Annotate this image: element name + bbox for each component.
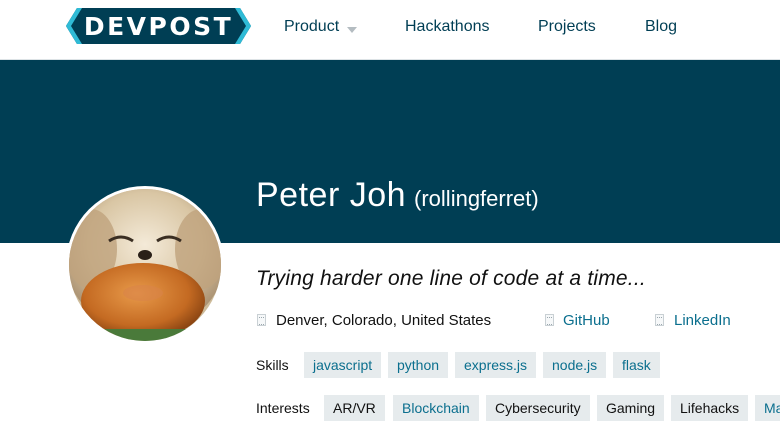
linkedin-icon [655,314,664,326]
avatar-photo [69,189,221,341]
chevron-down-icon[interactable] [347,27,357,33]
devpost-logo[interactable]: DEVPOST [66,8,251,44]
interest-tag[interactable]: Gaming [597,395,665,421]
profile-name: Peter Joh [256,176,407,214]
interest-tag[interactable]: AR/VR [324,395,385,421]
skill-tag[interactable]: express.js [455,352,537,378]
logo-text: DEVPOST [83,12,234,41]
interests-label: Interests [256,400,310,416]
skill-tag[interactable]: javascript [304,352,382,378]
interest-tag[interactable]: Blockchain [393,395,479,421]
skill-tag[interactable]: flask [613,352,660,378]
avatar [66,186,224,344]
nav-projects[interactable]: Projects [538,18,596,36]
profile-name-row: Peter Joh (rollingferret) [256,176,539,215]
skills-label: Skills [256,357,289,373]
profile-tagline: Trying harder one line of code at a time… [256,267,646,290]
nav-product[interactable]: Product [284,18,339,36]
profile-location: Denver, Colorado, United States [276,312,492,329]
interest-tag[interactable]: Lifehacks [671,395,749,421]
profile-username: (rollingferret) [414,186,539,211]
github-link[interactable]: GitHub [563,312,610,329]
github-icon [545,314,554,326]
interest-tag[interactable]: Ma [755,395,780,421]
skill-tag[interactable]: node.js [543,352,607,378]
location-icon [257,314,266,326]
linkedin-link[interactable]: LinkedIn [674,312,731,329]
nav-hackathons[interactable]: Hackathons [405,18,490,36]
skill-tag[interactable]: python [388,352,449,378]
interest-tag[interactable]: Cybersecurity [486,395,590,421]
nav-blog[interactable]: Blog [645,18,677,36]
top-nav: DEVPOST Product Hackathons Projects Blog [0,0,780,60]
